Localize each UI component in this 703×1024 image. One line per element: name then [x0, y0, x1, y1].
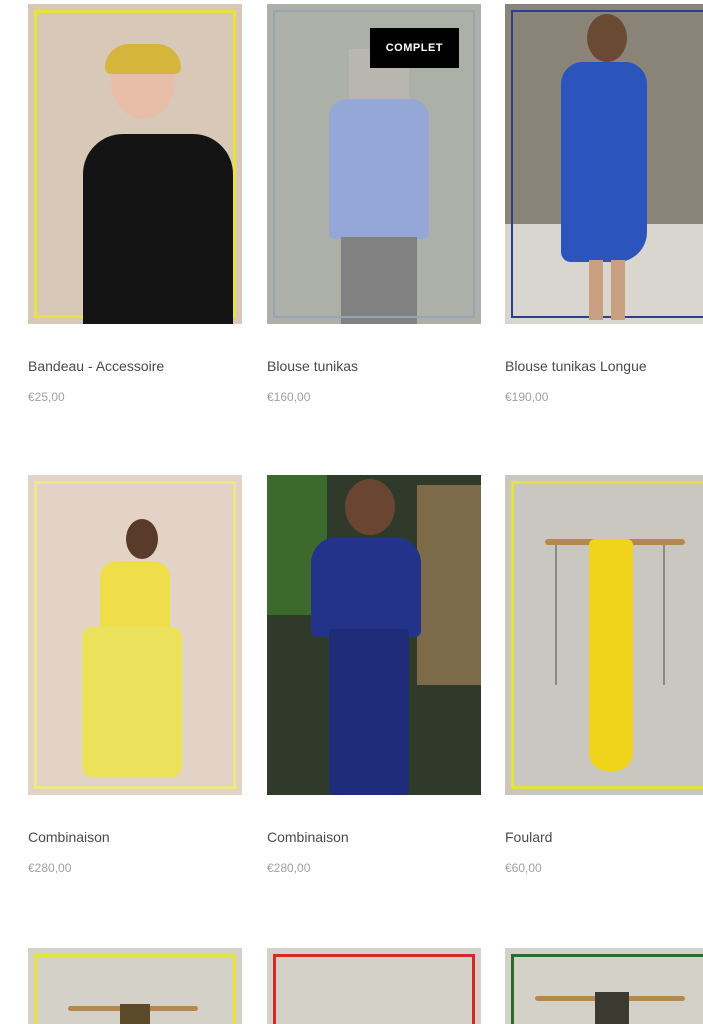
product-price: €280,00 [28, 861, 72, 875]
product-image[interactable] [28, 948, 242, 1024]
product-price: €25,00 [28, 390, 65, 404]
image-frame [273, 954, 475, 1024]
product-figure [545, 14, 655, 324]
product-image[interactable] [267, 475, 481, 795]
product-image[interactable] [505, 4, 703, 324]
product-image[interactable] [28, 475, 242, 795]
product-title[interactable]: Bandeau - Accessoire [28, 358, 164, 374]
product-image[interactable] [267, 948, 481, 1024]
product-image[interactable]: COMPLET [267, 4, 481, 324]
product-figure [83, 44, 233, 324]
product-image[interactable] [505, 475, 703, 795]
product-title[interactable]: Blouse tunikas Longue [505, 358, 647, 374]
product-price: €190,00 [505, 390, 549, 404]
product-image[interactable] [505, 948, 703, 1024]
product-price: €60,00 [505, 861, 542, 875]
product-title[interactable]: Foulard [505, 829, 552, 845]
product-image[interactable] [28, 4, 242, 324]
product-price: €280,00 [267, 861, 311, 875]
product-figure [78, 519, 188, 789]
product-figure [307, 479, 427, 795]
product-figure [589, 539, 633, 771]
sold-out-badge: COMPLET [369, 28, 459, 68]
product-title[interactable]: Combinaison [267, 829, 349, 845]
product-title[interactable]: Combinaison [28, 829, 110, 845]
product-title[interactable]: Blouse tunikas [267, 358, 358, 374]
product-price: €160,00 [267, 390, 311, 404]
